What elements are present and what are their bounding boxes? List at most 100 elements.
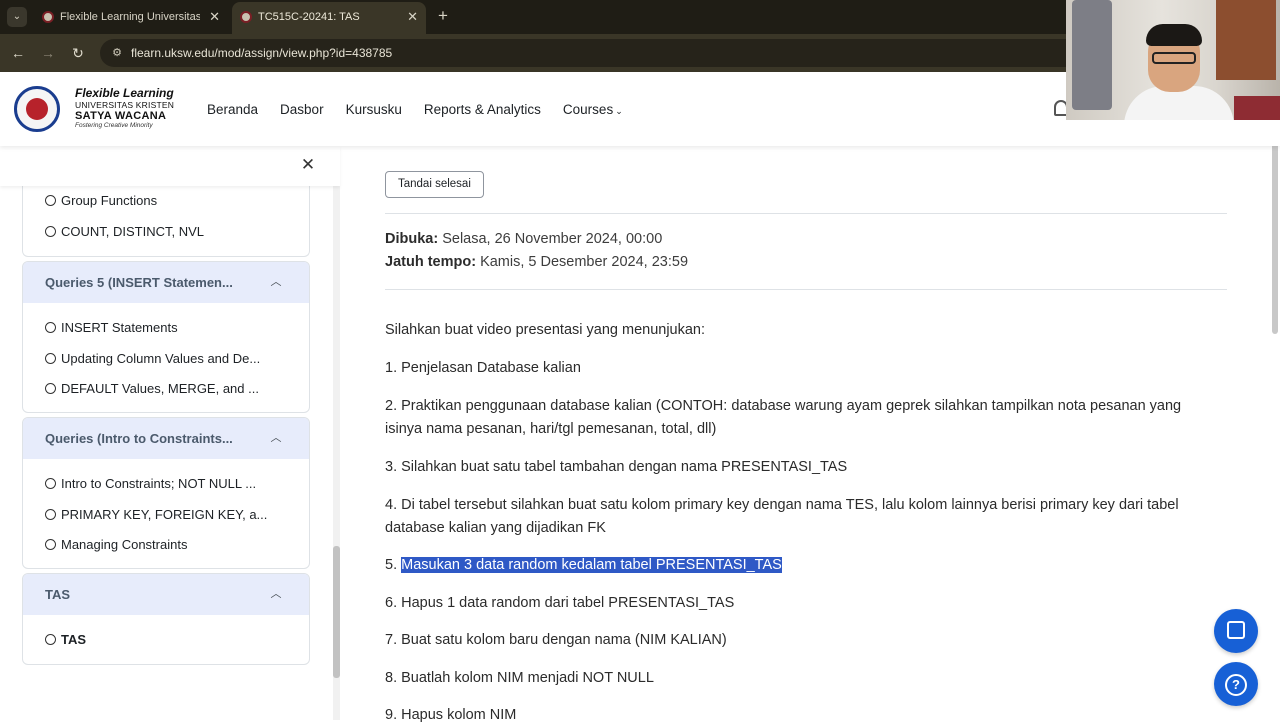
step-number: 5. [385, 557, 398, 573]
section-header[interactable]: Queries 5 (INSERT Statemen... ︿ [23, 262, 309, 303]
assignment-step: 3. Silahkan buat satu tabel tambahan den… [385, 459, 848, 475]
activity-name: TAS [61, 632, 87, 647]
activity-link[interactable]: Managing Constraints [45, 535, 187, 555]
assignment-step: 4. Di tabel tersebut silahkan buat satu … [385, 497, 1179, 536]
url-text: flearn.uksw.edu/mod/assign/view.php?id=4… [131, 46, 393, 60]
completion-circle-icon [45, 539, 56, 550]
drawer-scrollbar-thumb[interactable] [333, 546, 340, 678]
section-title: Queries (Intro to Constraints... [45, 431, 233, 446]
activity-name: PRIMARY KEY, FOREIGN KEY, a... [61, 507, 268, 522]
webcam-person-glasses [1152, 52, 1196, 64]
back-arrow-icon[interactable]: ← [8, 43, 28, 63]
activity-link[interactable]: Updating Column Values and De... [45, 349, 260, 369]
completion-circle-icon [45, 634, 56, 645]
section-header[interactable]: TAS ︿ [23, 574, 309, 615]
due-value: Kamis, 5 Desember 2024, 23:59 [480, 254, 689, 270]
opened-date: Dibuka: Selasa, 26 November 2024, 00:00 [385, 231, 662, 247]
new-tab-icon[interactable]: + [433, 6, 453, 26]
address-bar[interactable]: ⚙ flearn.uksw.edu/mod/assign/view.php?id… [100, 39, 1160, 67]
completion-circle-icon [45, 383, 56, 394]
webcam-overlay [1066, 0, 1280, 120]
opened-label: Dibuka: [385, 231, 439, 247]
activity-link-current[interactable]: TAS [45, 630, 86, 650]
forward-arrow-icon[interactable]: → [38, 43, 58, 63]
brand-logo-text[interactable]: Flexible Learning UNIVERSITAS KRISTEN SA… [75, 87, 174, 129]
uksw-seal-logo[interactable] [14, 86, 60, 132]
assignment-step: 9. Hapus kolom NIM [385, 707, 517, 723]
activity-name: Managing Constraints [61, 537, 188, 552]
activity-link[interactable]: DEFAULT Values, MERGE, and ... [45, 379, 259, 399]
site-settings-icon[interactable]: ⚙ [108, 44, 126, 62]
tab-search-dropdown-icon[interactable]: ⌄ [7, 7, 27, 27]
chevron-up-icon[interactable]: ︿ [269, 587, 283, 601]
activity-name: COUNT, DISTINCT, NVL [61, 224, 205, 239]
browser-tab-label: TC515C-20241: TAS [258, 11, 360, 23]
due-date: Jatuh tempo: Kamis, 5 Desember 2024, 23:… [385, 254, 688, 270]
assignment-step: 1. Penjelasan Database kalian [385, 360, 581, 376]
nav-reports-analytics[interactable]: Reports & Analytics [424, 102, 541, 117]
brand-tagline: Fostering Creative Minority [75, 121, 153, 129]
completion-circle-icon [45, 478, 56, 489]
nav-kursusku[interactable]: Kursusku [346, 102, 402, 117]
course-section-card: Queries (Intro to Constraints... ︿ Intro… [22, 417, 310, 569]
due-label: Jatuh tempo: [385, 254, 477, 270]
activity-link[interactable]: Intro to Constraints; NOT NULL ... [45, 474, 256, 494]
section-header[interactable]: Queries (Intro to Constraints... ︿ [23, 418, 309, 459]
nav-courses-dropdown[interactable]: Courses ⌄ [563, 102, 623, 117]
uksw-favicon-icon [240, 11, 252, 23]
selected-text-highlight: Masukan 3 data random kedalam tabel PRES… [401, 557, 782, 573]
webcam-hanging-clothes [1072, 0, 1112, 110]
activity-name: INSERT Statements [61, 320, 178, 335]
expand-icon [1227, 621, 1245, 639]
completion-circle-icon [45, 195, 56, 206]
close-tab-icon[interactable]: ✕ [407, 2, 418, 32]
activity-name: Intro to Constraints; NOT NULL ... [61, 476, 257, 491]
mark-as-done-button[interactable]: Tandai selesai [385, 171, 484, 198]
nav-dasbor[interactable]: Dasbor [280, 102, 324, 117]
brand-line-2: UNIVERSITAS KRISTEN [75, 100, 175, 110]
reload-icon[interactable]: ↻ [68, 43, 88, 63]
activity-link[interactable]: Group Functions [45, 191, 157, 211]
close-drawer-icon[interactable]: ✕ [298, 155, 318, 175]
nav-courses-label: Courses [562, 101, 614, 117]
webcam-person-hair [1146, 24, 1202, 46]
divider [385, 289, 1227, 290]
activity-link[interactable]: COUNT, DISTINCT, NVL [45, 222, 204, 242]
brand-line-3: SATYA WACANA [75, 109, 167, 122]
activity-name: Group Functions [61, 193, 158, 208]
expand-fullscreen-button[interactable] [1214, 609, 1258, 653]
opened-value: Selasa, 26 November 2024, 00:00 [442, 231, 663, 247]
chevron-up-icon[interactable]: ︿ [269, 275, 283, 289]
section-title: Queries 5 (INSERT Statemen... [45, 275, 233, 290]
assignment-step: 8. Buatlah kolom NIM menjadi NOT NULL [385, 670, 654, 686]
course-section-card: TAS ︿ TAS [22, 573, 310, 665]
brand-line-1: Flexible Learning [75, 86, 174, 100]
assignment-step-5: 5. Masukan 3 data random kedalam tabel P… [385, 554, 1210, 577]
chevron-down-icon: ⌄ [615, 105, 623, 116]
primary-navigation: Beranda Dasbor Kursusku Reports & Analyt… [207, 72, 645, 146]
activity-link[interactable]: INSERT Statements [45, 318, 178, 338]
completion-circle-icon [45, 322, 56, 333]
webcam-door [1216, 0, 1276, 80]
section-title: TAS [45, 587, 71, 602]
question-mark-icon: ? [1225, 674, 1247, 696]
nav-beranda[interactable]: Beranda [207, 102, 258, 117]
help-button[interactable]: ? [1214, 662, 1258, 706]
uksw-favicon-icon [42, 11, 54, 23]
browser-tab-2[interactable]: TC515C-20241: TAS ✕ [232, 2, 426, 34]
browser-tab-1[interactable]: Flexible Learning Universitas Kr ✕ [34, 2, 228, 34]
assignment-intro: Silahkan buat video presentasi yang menu… [385, 322, 706, 338]
webcam-shelf [1234, 96, 1280, 120]
assignment-step: 7. Buat satu kolom baru dengan nama (NIM… [385, 632, 727, 648]
close-tab-icon[interactable]: ✕ [209, 2, 220, 32]
assignment-step: 2. Praktikan penggunaan database kalian … [385, 398, 1182, 437]
activity-link[interactable]: PRIMARY KEY, FOREIGN KEY, a... [45, 505, 267, 525]
course-section-card: Queries 5 (INSERT Statemen... ︿ INSERT S… [22, 261, 310, 413]
course-index-drawer: ✕ Group Functions COUNT, DISTINCT, NVL Q… [0, 146, 340, 720]
chevron-up-icon[interactable]: ︿ [269, 431, 283, 445]
completion-circle-icon [45, 509, 56, 520]
page-scrollbar-thumb[interactable] [1272, 128, 1278, 334]
browser-tab-label: Flexible Learning Universitas Kr [60, 11, 200, 23]
activity-name: DEFAULT Values, MERGE, and ... [61, 381, 259, 396]
assignment-step: 6. Hapus 1 data random dari tabel PRESEN… [385, 595, 735, 611]
